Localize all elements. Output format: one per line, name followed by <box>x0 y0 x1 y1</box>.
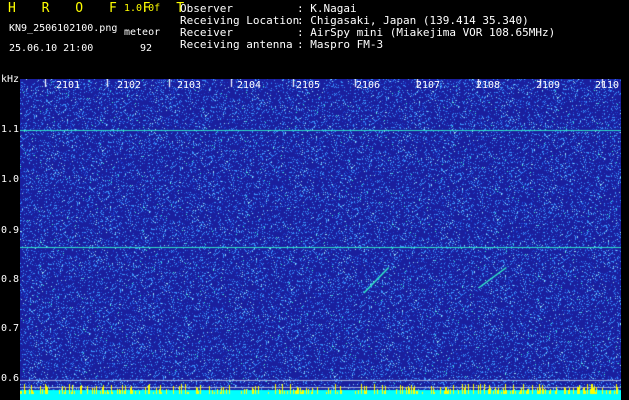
x-tick-2108: 2108 <box>476 80 501 91</box>
y-tick-0.9: 0.9 <box>1 225 20 236</box>
x-tick-2110: 2110 <box>595 80 620 91</box>
y-tick-0.8: 0.8 <box>1 274 20 285</box>
x-tick-2107: 2107 <box>416 80 441 91</box>
x-tick-2106: 2106 <box>356 80 381 91</box>
y-unit-label: kHz <box>1 74 20 85</box>
header-panel: H R O F F T 1.0.0f KN9_2506102100.png 25… <box>0 0 629 78</box>
y-tick-0.7: 0.7 <box>1 323 20 334</box>
y-tick-1.1: 1.1 <box>1 124 20 135</box>
app-title: H R O F F T <box>8 1 194 16</box>
meteor-label: meteor <box>124 27 161 38</box>
spectrogram-canvas <box>20 79 621 400</box>
x-tick-2109: 2109 <box>536 80 561 91</box>
x-tick-2101: 2101 <box>56 80 81 91</box>
meteor-count: 92 <box>140 43 153 54</box>
x-tick-2104: 2104 <box>237 80 262 91</box>
app-version: 1.0.0f <box>124 3 161 14</box>
date-time: 25.06.10 21:00 <box>9 43 94 54</box>
x-tick-2105: 2105 <box>296 80 321 91</box>
antenna-value: : Maspro FM-3 <box>297 38 384 51</box>
file-name: KN9_2506102100.png <box>9 23 118 34</box>
x-tick-2102: 2102 <box>117 80 142 91</box>
antenna-label: Receiving antenna <box>180 38 293 51</box>
y-tick-0.6: 0.6 <box>1 373 20 384</box>
y-tick-1.0: 1.0 <box>1 174 20 185</box>
x-tick-2103: 2103 <box>177 80 202 91</box>
